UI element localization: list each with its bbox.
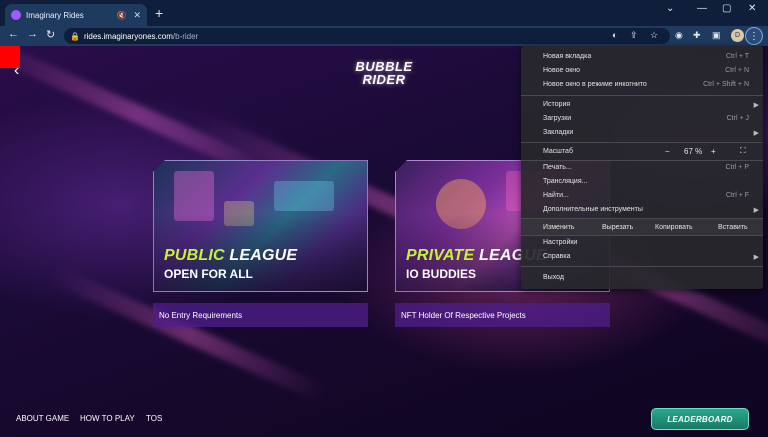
profile-avatar[interactable]: D [731,29,744,42]
bubble-rider-logo: BUBBLE RIDER [355,59,413,87]
mute-tab-icon[interactable]: 🔇 [116,11,126,20]
menu-cast[interactable]: Трансляция... [543,175,763,188]
copy-button[interactable]: Копировать [655,224,693,231]
how-to-play-link[interactable]: HOW TO PLAY [80,414,135,423]
private-league-requirement: NFT Holder Of Respective Projects [395,303,610,327]
tab-search-icon[interactable]: ⌄ [666,3,674,14]
reload-icon[interactable]: ↻ [46,28,55,41]
fullscreen-icon[interactable]: ⛶ [740,146,746,156]
maximize-button[interactable]: ▢ [722,3,731,14]
zoom-in-button[interactable]: + [711,147,716,156]
zoom-level: 67 % [684,146,703,156]
menu-incognito-window[interactable]: Новое окно в режиме инкогнито Ctrl + Shif… [543,78,763,91]
toolbar: ← → ↻ 🔒 rides.imaginaryones.com/b-rider … [0,26,768,46]
menu-new-tab[interactable]: Новая вкладка Ctrl + T [543,50,763,63]
zoom-label: Масштаб [543,147,573,155]
new-tab-button[interactable]: + [155,5,163,21]
share-icon[interactable]: ⇪ [630,30,638,41]
chrome-menu-button[interactable]: ⋮ [745,27,763,45]
submenu-arrow-icon: ▶ [753,129,759,137]
tos-link[interactable]: TOS [146,414,162,423]
close-window-button[interactable]: ✕ [748,3,756,14]
menu-print[interactable]: Печать... Ctrl + P [543,161,763,174]
submenu-arrow-icon: ▶ [753,101,759,109]
menu-settings[interactable]: Настройки [543,236,763,249]
side-panel-icon[interactable]: ▣ [712,30,721,41]
zoom-out-button[interactable]: − [665,147,670,156]
cut-button[interactable]: Вырезать [602,224,633,231]
edit-row: Изменить Вырезать Копировать Вставить [521,219,763,235]
menu-downloads[interactable]: Загрузки Ctrl + J [543,112,763,125]
google-lens-icon[interactable]: ◐ [612,30,617,40]
leaderboard-button[interactable]: LEADERBOARD [651,408,749,430]
url-host: rides.imaginaryones.com [83,31,173,41]
extension-icon[interactable]: ◉ [675,30,683,41]
browser-tab[interactable]: Imaginary Rides 🔇 ✕ [5,4,147,26]
submenu-arrow-icon: ▶ [753,253,759,261]
forward-nav-icon[interactable]: → [27,28,38,40]
title-bar: Imaginary Rides 🔇 ✕ + ⌄ — ▢ ✕ [0,0,768,26]
back-nav-icon[interactable]: ← [8,28,19,40]
public-league-card[interactable]: PUBLIC LEAGUE OPEN FOR ALL [153,160,368,292]
url-path: /b-rider [172,31,199,41]
close-tab-icon[interactable]: ✕ [133,10,141,21]
menu-bookmarks[interactable]: Закладки ▶ [543,126,763,139]
public-league-subtitle: OPEN FOR ALL [164,267,253,281]
about-game-link[interactable]: ABOUT GAME [16,414,69,423]
back-arrow-icon[interactable]: ‹ [14,62,19,80]
submenu-arrow-icon: ▶ [753,206,759,214]
menu-new-window[interactable]: Новое окно Ctrl + N [543,64,763,77]
lock-icon[interactable]: 🔒 [70,32,80,41]
site-favicon-icon [11,10,21,20]
minimize-button[interactable]: — [697,3,707,14]
edit-label: Изменить [543,223,575,231]
private-league-subtitle: IO BUDDIES [406,267,477,281]
extensions-puzzle-icon[interactable]: ✚ [693,30,701,41]
public-league-requirement: No Entry Requirements [153,303,368,327]
public-league-title: PUBLIC LEAGUE [164,247,298,264]
menu-help[interactable]: Справка ▶ [543,250,763,263]
zoom-row: Масштаб − 67 % + ⛶ [521,143,763,159]
chrome-menu: Новая вкладка Ctrl + T Новое окно Ctrl + N… [521,46,763,289]
menu-history[interactable]: История ▶ [543,98,763,111]
menu-find[interactable]: Найти... Ctrl + F [543,189,763,202]
paste-button[interactable]: Вставить [718,224,748,231]
bookmark-star-icon[interactable]: ☆ [650,30,658,41]
menu-more-tools[interactable]: Дополнительные инструменты ▶ [543,203,763,216]
address-bar[interactable]: 🔒 rides.imaginaryones.com/b-rider [64,28,670,44]
tab-title: Imaginary Rides [26,10,84,20]
menu-exit[interactable]: Выход [543,271,763,284]
